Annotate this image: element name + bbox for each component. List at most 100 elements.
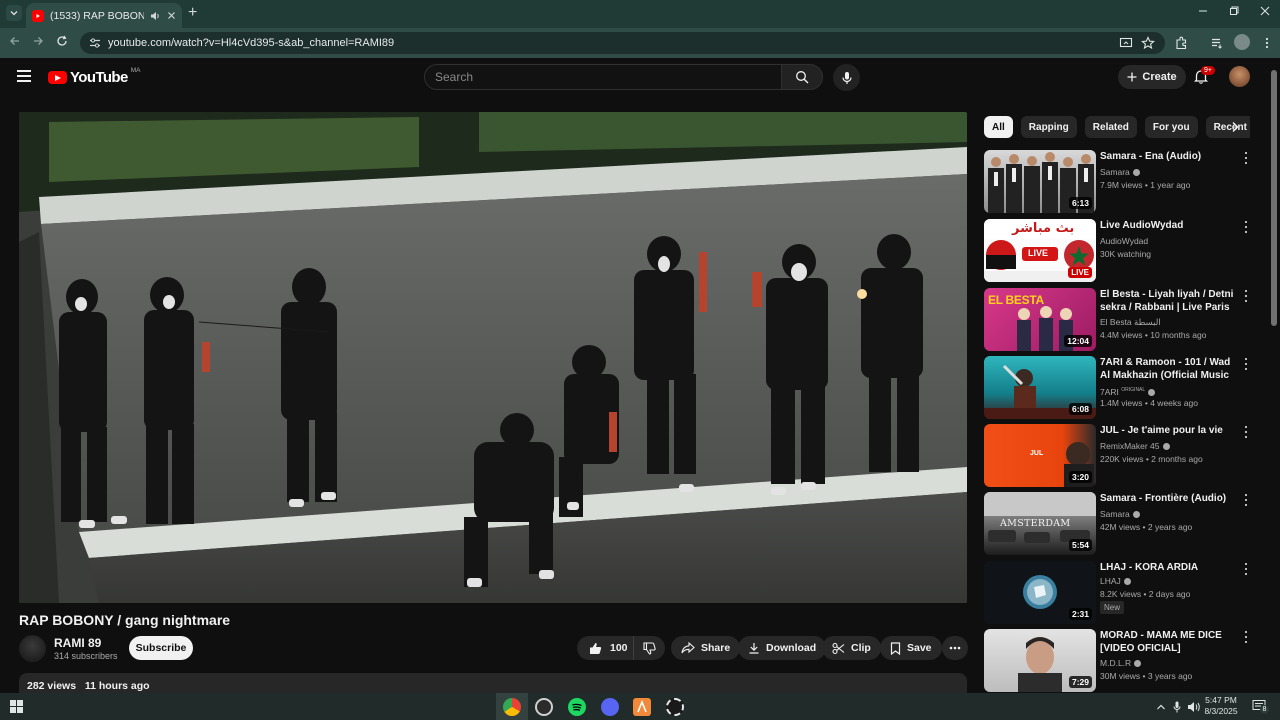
tray-overflow-chevron-icon[interactable] (1156, 702, 1166, 712)
more-actions-button[interactable] (942, 636, 968, 660)
search-input[interactable]: Search (424, 64, 782, 90)
windows-start-icon[interactable] (10, 700, 23, 713)
clock-app-taskbar-icon[interactable] (535, 698, 553, 716)
search-button[interactable] (781, 64, 823, 90)
channel-name: LHAJ (1100, 575, 1131, 588)
video-thumbnail[interactable]: JUL 3:20 (984, 424, 1096, 487)
chip-for-you[interactable]: For you (1144, 116, 1198, 138)
recommended-video[interactable]: 2:31 LHAJ - KORA ARDIA LHAJ 8.2K views •… (984, 561, 1254, 625)
hamburger-menu-icon[interactable] (17, 70, 31, 82)
taskbar-clock[interactable]: 5:47 PM 8/3/2025 (1196, 695, 1246, 717)
video-duration: 2:31 (1068, 608, 1092, 620)
youtube-wordmark: YouTube (70, 69, 128, 86)
recommended-video[interactable]: AMSTERDAM 5:54 Samara - Frontière (Audio… (984, 492, 1254, 556)
clip-button[interactable]: Clip (822, 636, 881, 660)
site-info-icon[interactable] (88, 36, 102, 50)
tab-search-button[interactable] (6, 5, 22, 21)
save-button[interactable]: Save (880, 636, 942, 660)
bookmark-star-icon[interactable] (1141, 36, 1155, 50)
video-title: 7ARI & Ramoon - 101 / Wad Al Makhazin (O… (1100, 357, 1231, 381)
notification-count-badge: 9+ (1201, 66, 1215, 75)
chip-rapping[interactable]: Rapping (1020, 116, 1077, 138)
notification-center-button[interactable]: 8 (1252, 699, 1269, 714)
video-thumbnail[interactable]: 6:08 (984, 356, 1096, 419)
capture-taskbar-icon[interactable] (666, 698, 684, 716)
clip-label: Clip (851, 642, 871, 654)
more-options-icon[interactable] (1242, 290, 1250, 302)
youtube-logo[interactable]: YouTube MA (48, 67, 141, 86)
subscribe-button[interactable]: Subscribe (129, 636, 193, 660)
recommended-video[interactable]: بث مباشر LIVE LIVE Live AudioWydad Audio… (984, 219, 1254, 283)
kebab-menu-icon[interactable] (1260, 36, 1274, 50)
more-options-icon[interactable] (1242, 152, 1250, 164)
more-options-icon[interactable] (1242, 494, 1250, 506)
back-button[interactable] (9, 35, 21, 47)
channel-name[interactable]: RAMI 89 (54, 636, 101, 650)
scissors-icon (832, 642, 845, 654)
subscriber-count: 314 subscribers (54, 651, 118, 661)
video-player[interactable] (19, 112, 967, 603)
dislike-button[interactable] (633, 636, 665, 660)
recommended-video[interactable]: 6:08 7ARI & Ramoon - 101 / Wad Al Makhaz… (984, 356, 1254, 420)
tab-close-icon[interactable] (167, 11, 176, 20)
discord-taskbar-icon[interactable] (601, 698, 619, 716)
video-thumbnail[interactable]: AMSTERDAM 5:54 (984, 492, 1096, 555)
microphone-tray-icon[interactable] (1173, 701, 1181, 713)
app-taskbar-icon[interactable] (633, 698, 651, 716)
chip-all[interactable]: All (984, 116, 1013, 138)
like-button[interactable]: 100 (577, 636, 640, 660)
restore-button[interactable] (1229, 6, 1239, 16)
country-code: MA (130, 67, 141, 74)
save-label: Save (907, 642, 932, 654)
voice-search-button[interactable] (833, 64, 860, 91)
verified-check-icon (1123, 578, 1131, 586)
speaker-icon[interactable] (150, 11, 161, 21)
more-options-icon[interactable] (1242, 631, 1250, 643)
chrome-taskbar-icon[interactable] (503, 698, 521, 716)
video-thumbnail[interactable]: 2:31 (984, 561, 1096, 624)
video-thumbnail[interactable]: 6:13 (984, 150, 1096, 213)
forward-button[interactable] (32, 35, 44, 47)
new-badge: New (1100, 601, 1125, 614)
more-options-icon[interactable] (1242, 563, 1250, 575)
recommended-video[interactable]: 6:13 Samara - Ena (Audio) Samara 7.9M vi… (984, 150, 1254, 214)
video-thumbnail[interactable]: EL BESTA 12:04 (984, 288, 1096, 351)
more-options-icon[interactable] (1242, 221, 1250, 233)
close-window-button[interactable] (1260, 6, 1270, 16)
page-scrollbar[interactable] (1271, 70, 1277, 326)
minimize-button[interactable] (1198, 6, 1208, 16)
video-stats: 7.9M views • 1 year ago (1100, 180, 1191, 190)
more-options-icon[interactable] (1242, 358, 1250, 370)
recommended-video[interactable]: EL BESTA 12:04 El Besta - Liyah liyah / … (984, 288, 1254, 352)
save-playlist-icon (890, 641, 901, 655)
share-button[interactable]: Share (671, 636, 741, 660)
spotify-taskbar-icon[interactable] (568, 698, 586, 716)
video-duration: 6:08 (1068, 403, 1092, 415)
download-button[interactable]: Download (738, 636, 827, 660)
tab-title: (1533) RAP BOBONY / gang (50, 9, 144, 22)
account-avatar[interactable] (1229, 66, 1250, 87)
video-thumbnail[interactable]: 7:29 (984, 629, 1096, 692)
extensions-icon[interactable] (1175, 36, 1189, 50)
channel-name: RemixMaker 45 (1100, 440, 1170, 453)
like-count: 100 (610, 642, 628, 654)
browser-toolbar: youtube.com/watch?v=Hl4cVd395-s&ab_chann… (0, 28, 1280, 58)
reload-button[interactable] (56, 35, 68, 47)
verified-check-icon (1148, 389, 1156, 397)
media-queue-icon[interactable] (1210, 36, 1224, 50)
browser-tab[interactable]: (1533) RAP BOBONY / gang (26, 3, 182, 28)
chevron-right-icon[interactable] (1227, 119, 1243, 135)
channel-avatar[interactable] (19, 635, 46, 662)
thumbnail-text: JUL (1030, 450, 1044, 457)
new-tab-button[interactable]: + (188, 5, 197, 21)
video-thumbnail[interactable]: بث مباشر LIVE LIVE (984, 219, 1096, 282)
profile-avatar[interactable] (1234, 34, 1250, 50)
create-button[interactable]: Create (1118, 65, 1186, 89)
video-stats: 30M views • 3 years ago (1100, 671, 1193, 681)
recommended-video[interactable]: 7:29 MORAD - MAMA ME DICE [VIDEO OFICIAL… (984, 629, 1254, 693)
address-bar[interactable]: youtube.com/watch?v=Hl4cVd395-s&ab_chann… (80, 32, 1165, 54)
more-options-icon[interactable] (1242, 426, 1250, 438)
cast-icon[interactable] (1119, 36, 1133, 50)
chip-related[interactable]: Related (1084, 116, 1137, 138)
recommended-video[interactable]: JUL 3:20 JUL - Je t'aime pour la vie Rem… (984, 424, 1254, 488)
